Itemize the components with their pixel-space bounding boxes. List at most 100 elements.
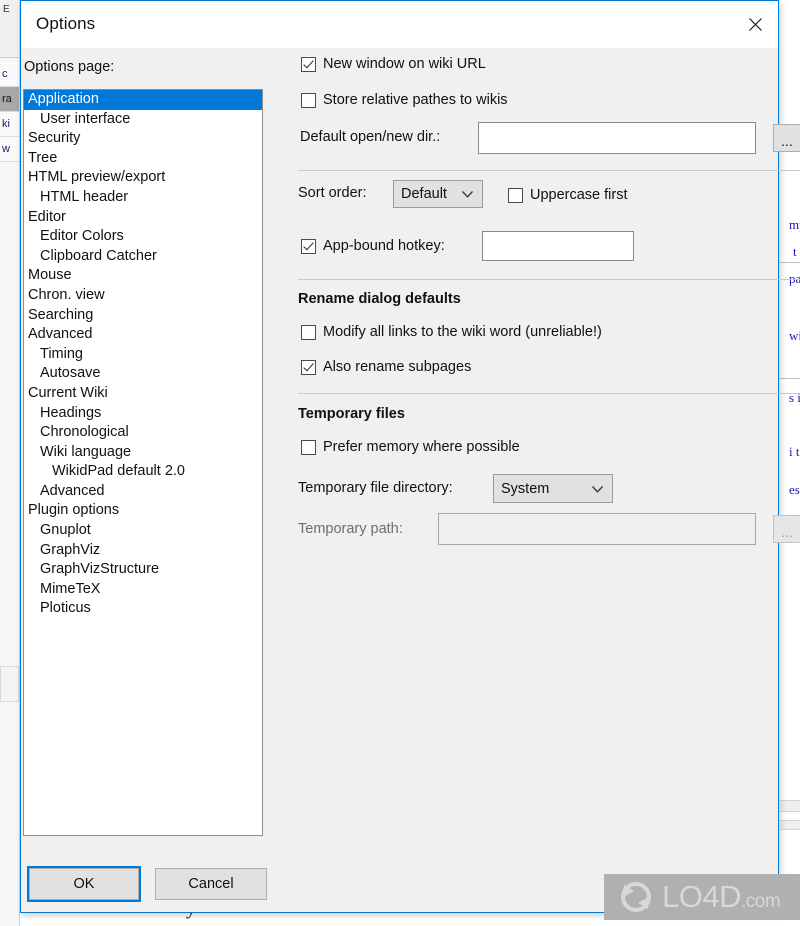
cancel-button[interactable]: Cancel	[155, 868, 267, 900]
background-tab[interactable]: c	[0, 62, 19, 87]
rename-group-heading: Rename dialog defaults	[298, 291, 461, 307]
options-list-item[interactable]: Mouse	[24, 266, 262, 286]
temp-dir-select[interactable]: System	[493, 474, 613, 503]
default-dir-browse-button[interactable]: ...	[773, 124, 800, 152]
options-page-listbox[interactable]: Application User interface Security Tree HTM…	[23, 89, 263, 836]
checkbox-icon	[301, 92, 316, 108]
chevron-down-icon	[592, 485, 603, 493]
options-list-item[interactable]: Gnuplot	[24, 521, 262, 541]
section-divider	[298, 393, 800, 394]
prefer-memory-label: Prefer memory where possible	[323, 439, 520, 455]
options-list-item[interactable]: Editor Colors	[24, 227, 262, 247]
background-left-panel	[0, 666, 19, 702]
options-list-item[interactable]: User interface	[24, 110, 262, 130]
dialog-body: Options page: Application User interface S…	[21, 48, 800, 912]
options-list-item[interactable]: Plugin options	[24, 501, 262, 521]
refresh-circle-icon	[621, 882, 651, 912]
checkbox-icon	[301, 56, 316, 72]
prefer-memory-checkbox[interactable]: Prefer memory where possible	[301, 439, 520, 455]
lo4d-watermark: LO4D.com	[604, 874, 800, 920]
screen: E c ra ki w mp t pa wi s i i t es y Opti…	[0, 0, 800, 926]
sort-order-label: Sort order:	[298, 185, 367, 201]
temporary-group-heading: Temporary files	[298, 406, 405, 422]
checkbox-icon	[508, 187, 523, 203]
checkbox-icon	[301, 359, 316, 375]
options-page-label: Options page:	[24, 59, 115, 75]
uppercase-first-checkbox[interactable]: Uppercase first	[508, 187, 628, 203]
options-dialog: Options Options page: Application User in…	[20, 0, 800, 913]
options-list-item[interactable]: Chron. view	[24, 286, 262, 306]
options-list-item[interactable]: HTML header	[24, 188, 262, 208]
application-options-panel: New window on wiki URL Store relative pa…	[276, 48, 800, 912]
app-bound-hotkey-input[interactable]	[482, 231, 634, 261]
section-divider	[298, 279, 800, 280]
options-list-item[interactable]: Current Wiki	[24, 384, 262, 404]
temp-path-input[interactable]	[438, 513, 756, 545]
background-tab[interactable]: ki	[0, 112, 19, 137]
uppercase-first-label: Uppercase first	[530, 187, 628, 203]
background-scrollbar[interactable]	[780, 820, 800, 830]
options-list-item[interactable]: Autosave	[24, 364, 262, 384]
options-list-item[interactable]: HTML preview/export	[24, 168, 262, 188]
modify-all-links-checkbox[interactable]: Modify all links to the wiki word (unrel…	[301, 324, 602, 340]
ellipsis-icon: ...	[781, 524, 793, 540]
watermark-brand: LO4D	[662, 879, 741, 914]
store-relative-pathes-label: Store relative pathes to wikis	[323, 92, 508, 108]
chevron-down-icon	[462, 191, 473, 198]
background-right-fragment: wi	[789, 328, 800, 343]
sort-order-value: Default	[401, 186, 447, 202]
background-tab[interactable]: ra	[0, 87, 19, 112]
options-list-item[interactable]: GraphViz	[24, 541, 262, 561]
options-list-item[interactable]: GraphVizStructure	[24, 560, 262, 580]
options-list-item[interactable]: Headings	[24, 404, 262, 424]
options-list-item[interactable]: WikidPad default 2.0	[24, 462, 262, 482]
background-tab[interactable]: w	[0, 137, 19, 162]
options-list-item[interactable]: Chronological	[24, 423, 262, 443]
options-list-item[interactable]: Wiki language	[24, 443, 262, 463]
close-icon	[748, 17, 762, 31]
options-list-item[interactable]: Application	[24, 90, 262, 110]
options-list-item[interactable]: Editor	[24, 208, 262, 228]
sort-order-select[interactable]: Default	[393, 180, 483, 208]
background-toolbar-label: E	[3, 4, 10, 15]
default-dir-label: Default open/new dir.:	[300, 129, 441, 145]
temp-path-label: Temporary path:	[298, 521, 403, 537]
temp-path-browse-button[interactable]: ...	[773, 515, 800, 543]
background-rule	[780, 378, 800, 379]
temp-dir-value: System	[501, 480, 550, 497]
app-bound-hotkey-checkbox[interactable]: App-bound hotkey:	[301, 238, 445, 254]
store-relative-pathes-checkbox[interactable]: Store relative pathes to wikis	[301, 92, 508, 108]
dialog-title: Options	[36, 14, 96, 33]
close-button[interactable]	[732, 1, 778, 47]
options-list-item[interactable]: Advanced	[24, 325, 262, 345]
background-scrollbar[interactable]	[780, 800, 800, 812]
options-list-item[interactable]: Security	[24, 129, 262, 149]
background-left-tabs: c ra ki w	[0, 62, 19, 162]
background-right-fragment: mp	[789, 217, 800, 232]
new-window-on-wiki-url-checkbox[interactable]: New window on wiki URL	[301, 56, 486, 72]
options-list-item[interactable]: Advanced	[24, 482, 262, 502]
also-rename-subpages-label: Also rename subpages	[323, 359, 472, 375]
checkbox-icon	[301, 238, 316, 254]
default-dir-input[interactable]	[478, 122, 756, 154]
options-list-item[interactable]: MimeTeX	[24, 580, 262, 600]
options-list-item[interactable]: Tree	[24, 149, 262, 169]
options-list-item[interactable]: Searching	[24, 306, 262, 326]
section-divider	[298, 170, 800, 171]
options-list-item[interactable]: Clipboard Catcher	[24, 247, 262, 267]
background-right-fragment: es	[789, 482, 800, 497]
ellipsis-icon: ...	[781, 133, 793, 149]
cancel-button-label: Cancel	[188, 876, 234, 892]
background-right-fragment: t	[793, 244, 797, 259]
ok-button[interactable]: OK	[27, 866, 141, 902]
checkbox-icon	[301, 324, 316, 340]
options-list-item[interactable]: Ploticus	[24, 599, 262, 619]
ok-button-label: OK	[73, 876, 95, 892]
background-right-fragment: i t	[789, 444, 800, 459]
checkbox-icon	[301, 439, 316, 455]
also-rename-subpages-checkbox[interactable]: Also rename subpages	[301, 359, 471, 375]
watermark-text: LO4D.com	[662, 879, 781, 915]
app-bound-hotkey-label: App-bound hotkey:	[323, 238, 445, 254]
options-list-item[interactable]: Timing	[24, 345, 262, 365]
dialog-titlebar: Options	[21, 1, 778, 48]
